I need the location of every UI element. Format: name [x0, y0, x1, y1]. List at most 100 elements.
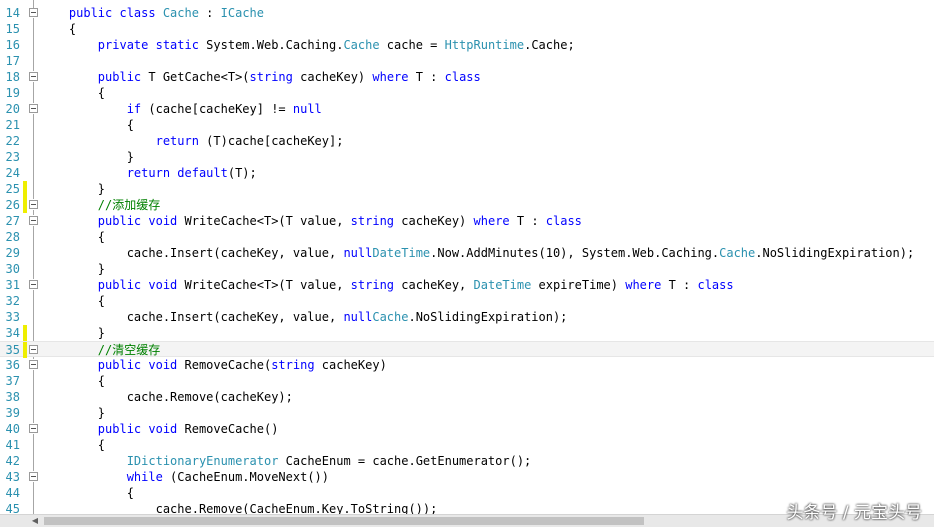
- code-token: CacheEnum = cache.GetEnumerator();: [278, 454, 532, 468]
- scrollbar-thumb[interactable]: [44, 517, 644, 525]
- collapse-icon[interactable]: [29, 8, 38, 17]
- code-line[interactable]: 34 }: [0, 325, 934, 341]
- code-line[interactable]: 23 }: [0, 149, 934, 165]
- scroll-left-icon[interactable]: ◀: [28, 515, 42, 527]
- code-line[interactable]: 22 return (T)cache[cacheKey];: [0, 133, 934, 149]
- code-token: class: [545, 214, 582, 228]
- collapse-icon[interactable]: [29, 345, 38, 354]
- code-editor[interactable]: 14 public class Cache : ICache 15 {16 pri…: [0, 0, 934, 514]
- code-text: public T GetCache<T>(string cacheKey) wh…: [40, 69, 481, 85]
- code-line[interactable]: 32 {: [0, 293, 934, 309]
- code-text: {: [40, 485, 134, 501]
- code-line[interactable]: 29 cache.Insert(cacheKey, value, nullDat…: [0, 245, 934, 261]
- line-number: 31: [5, 278, 20, 292]
- code-token: public void: [97, 214, 185, 228]
- code-line[interactable]: 26 //添加缓存: [0, 197, 934, 213]
- code-line[interactable]: 21 {: [0, 117, 934, 133]
- code-line[interactable]: 42 IDictionaryEnumerator CacheEnum = cac…: [0, 453, 934, 469]
- code-token: cacheKey): [314, 358, 387, 372]
- code-line[interactable]: 43 while (CacheEnum.MoveNext()): [0, 469, 934, 485]
- code-text: if (cache[cacheKey] != null: [40, 101, 322, 117]
- code-line[interactable]: 38 cache.Remove(cacheKey);: [0, 389, 934, 405]
- code-text: return (T)cache[cacheKey];: [40, 133, 344, 149]
- code-token: :: [198, 6, 221, 20]
- code-token: return default: [126, 166, 228, 180]
- collapse-icon[interactable]: [29, 72, 38, 81]
- code-token: HttpRuntime: [444, 38, 525, 52]
- line-number: 19: [5, 86, 20, 100]
- code-token: public void: [97, 422, 185, 436]
- collapse-icon[interactable]: [29, 472, 38, 481]
- collapse-icon[interactable]: [29, 280, 38, 289]
- code-line[interactable]: 30 }: [0, 261, 934, 277]
- code-token: null: [292, 102, 322, 116]
- code-text: cache.Insert(cacheKey, value, nullCache.…: [40, 309, 568, 325]
- code-token: T :: [661, 278, 698, 292]
- code-token: cache.Insert(cacheKey, value,: [40, 246, 344, 260]
- code-token: WriteCache<T>(T value,: [184, 278, 351, 292]
- change-marker: [23, 325, 27, 341]
- watermark: 头条号 / 元宝头号: [786, 503, 922, 523]
- code-line[interactable]: 14 public class Cache : ICache: [0, 5, 934, 21]
- code-token: return: [155, 134, 199, 148]
- code-token: (CacheEnum.MoveNext()): [162, 470, 329, 484]
- code-text: }: [40, 149, 134, 165]
- code-line[interactable]: 18 public T GetCache<T>(string cacheKey)…: [0, 69, 934, 85]
- code-line[interactable]: 35 //清空缓存: [0, 341, 934, 358]
- code-line[interactable]: 28 {: [0, 229, 934, 245]
- code-token: cacheKey): [292, 70, 373, 84]
- line-number: 21: [5, 118, 20, 132]
- code-line[interactable]: 31 public void WriteCache<T>(T value, st…: [0, 277, 934, 293]
- code-line[interactable]: 39 }: [0, 405, 934, 421]
- code-token: string: [249, 70, 293, 84]
- code-line[interactable]: 27 public void WriteCache<T>(T value, st…: [0, 213, 934, 229]
- code-token: public void: [97, 358, 185, 372]
- collapse-icon[interactable]: [29, 216, 38, 225]
- code-token: Cache: [343, 38, 380, 52]
- collapse-icon[interactable]: [29, 200, 38, 209]
- code-line[interactable]: 24 return default(T);: [0, 165, 934, 181]
- code-text: {: [40, 293, 105, 309]
- code-text: {: [40, 21, 76, 37]
- code-token: System.Web.Caching.: [206, 38, 344, 52]
- line-number: 43: [5, 470, 20, 484]
- code-text: public void WriteCache<T>(T value, strin…: [40, 213, 582, 229]
- code-token: null: [343, 246, 373, 260]
- line-number: 37: [5, 374, 20, 388]
- code-line[interactable]: 15 {: [0, 21, 934, 37]
- code-token: .NoSlidingExpiration);: [408, 310, 568, 324]
- code-line[interactable]: 36 public void RemoveCache(string cacheK…: [0, 357, 934, 373]
- code-line[interactable]: 40 public void RemoveCache(): [0, 421, 934, 437]
- code-text: {: [40, 85, 105, 101]
- code-line[interactable]: 17: [0, 53, 934, 69]
- code-token: }: [40, 326, 106, 340]
- collapse-icon[interactable]: [29, 104, 38, 113]
- line-number: 23: [5, 150, 20, 164]
- code-token: private static: [97, 38, 207, 52]
- code-text: private static System.Web.Caching.Cache …: [40, 37, 575, 53]
- code-line[interactable]: 37 {: [0, 373, 934, 389]
- code-token: {: [40, 374, 106, 388]
- code-line[interactable]: 25 }: [0, 181, 934, 197]
- code-line[interactable]: 16 private static System.Web.Caching.Cac…: [0, 37, 934, 53]
- code-line[interactable]: 20 if (cache[cacheKey] != null: [0, 101, 934, 117]
- collapse-icon[interactable]: [29, 360, 38, 369]
- code-line[interactable]: 19 {: [0, 85, 934, 101]
- line-number: 16: [5, 38, 20, 52]
- line-number: 34: [5, 326, 20, 340]
- code-token: public class: [68, 6, 163, 20]
- code-token: }: [40, 182, 106, 196]
- line-number: 17: [5, 54, 20, 68]
- line-number: 45: [5, 502, 20, 514]
- code-line[interactable]: 41 {: [0, 437, 934, 453]
- code-line[interactable]: 33 cache.Insert(cacheKey, value, nullCac…: [0, 309, 934, 325]
- code-token: WriteCache<T>(T value,: [184, 214, 351, 228]
- collapse-icon[interactable]: [29, 424, 38, 433]
- change-marker: [23, 342, 27, 358]
